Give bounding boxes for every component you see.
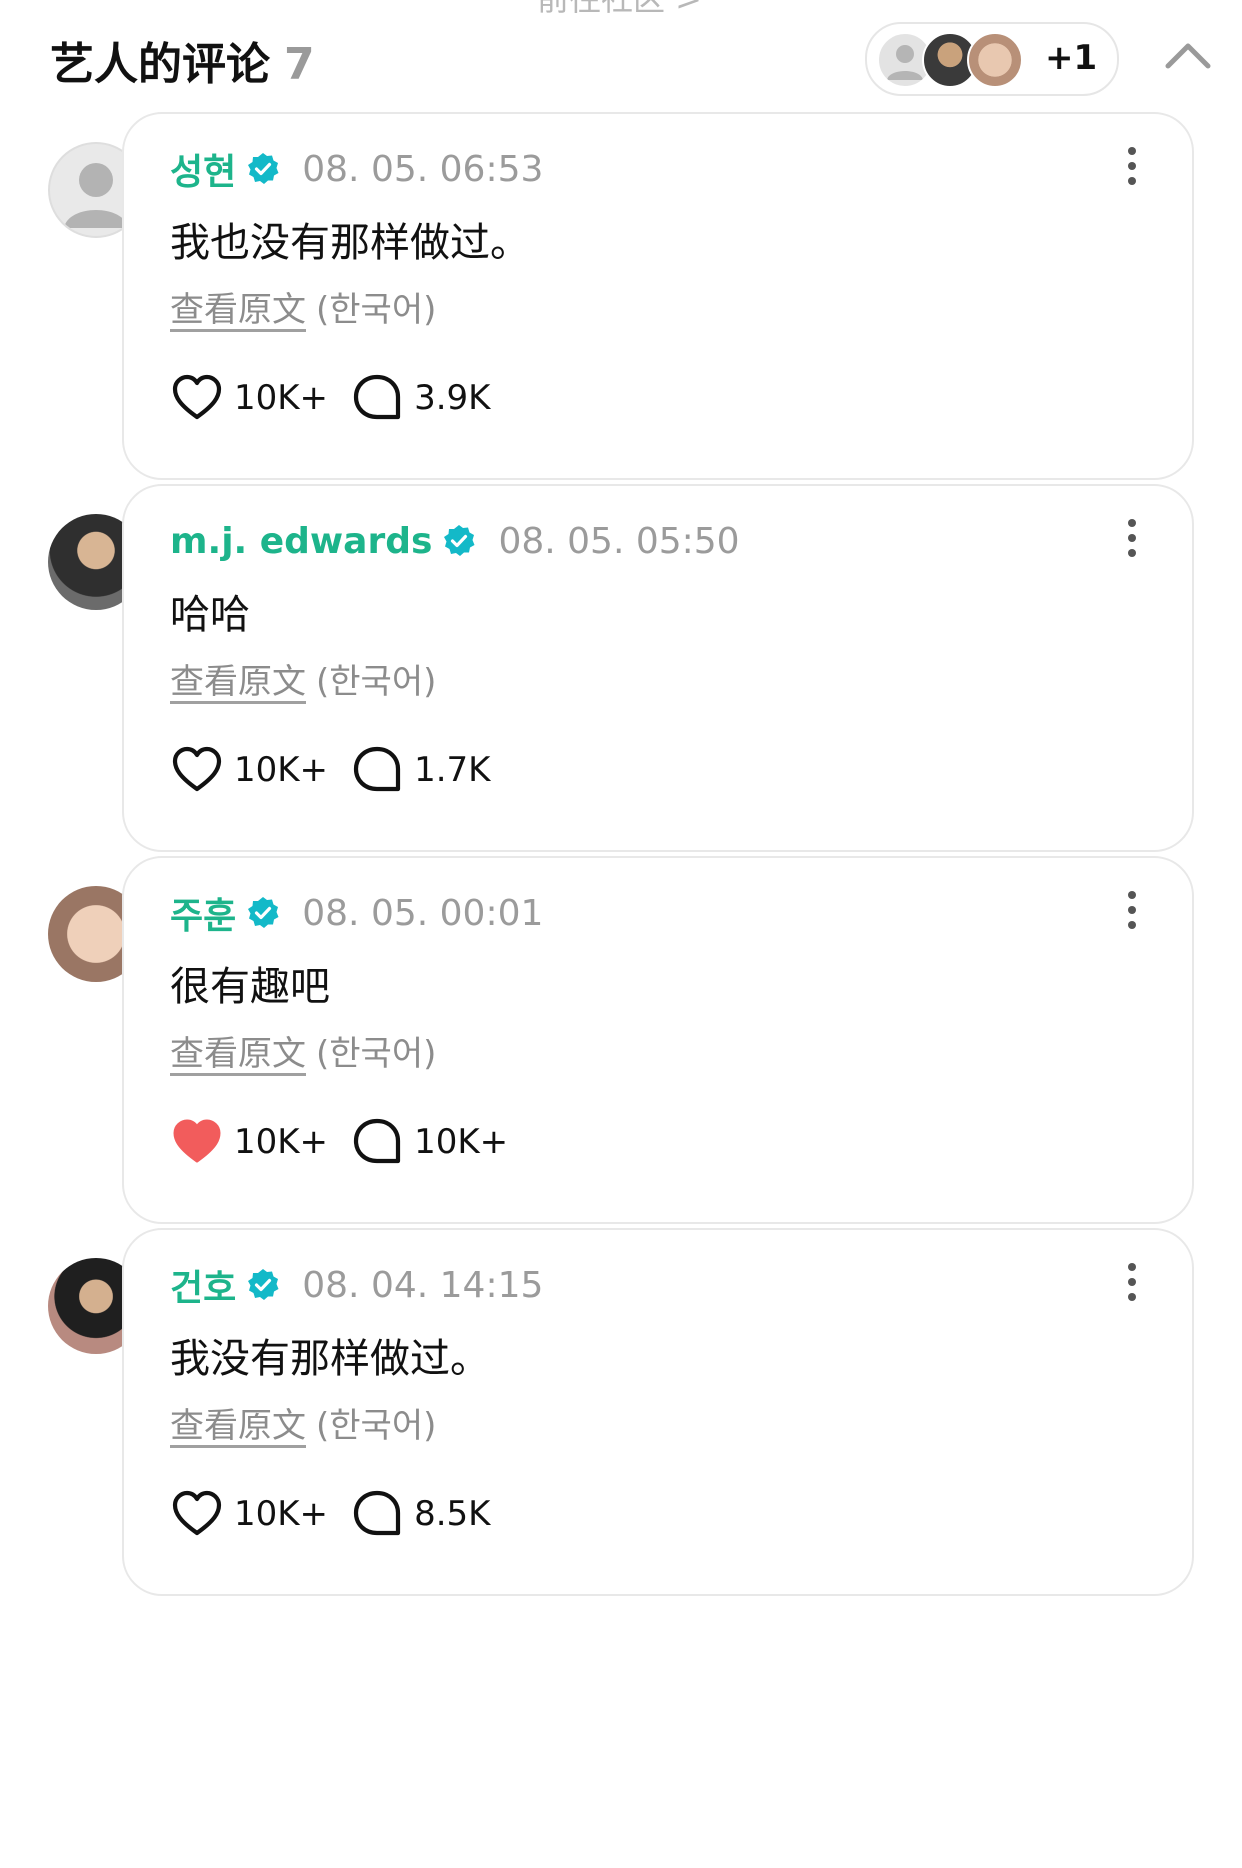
- reply-bubble-icon[interactable]: [350, 1115, 404, 1169]
- author-name[interactable]: 성현: [170, 143, 236, 195]
- comment-actions: 10K+ 1.7K: [170, 742, 512, 798]
- heart-outline-icon[interactable]: [170, 743, 224, 797]
- verified-badge-icon: [444, 525, 475, 556]
- more-artists-count: +1: [1045, 38, 1098, 78]
- comment-actions: 10K+ 3.9K: [170, 370, 512, 426]
- view-original-link[interactable]: 查看原文: [170, 1406, 306, 1446]
- comment-actions: 10K+ 8.5K: [170, 1486, 512, 1542]
- more-options-button[interactable]: [1112, 516, 1152, 560]
- more-vertical-icon: [1128, 1263, 1136, 1301]
- translation-row: 查看原文 (한국어): [170, 282, 436, 331]
- comment-header: 건호 08. 04. 14:15: [170, 1260, 543, 1310]
- artist-comments-header: 艺人的评论 7 +1: [50, 22, 1211, 102]
- comment-card[interactable]: 건호 08. 04. 14:15 我没有那样做过。 查看原文 (한국어) 10K…: [122, 1228, 1194, 1596]
- comment-header: 주훈 08. 05. 00:01: [170, 888, 543, 938]
- comment-card[interactable]: m.j. edwards 08. 05. 05:50 哈哈 查看原文(한국어): [122, 484, 1194, 852]
- reply-count: 10K+: [414, 1122, 509, 1162]
- comment-text: 哈哈: [170, 592, 250, 638]
- comment-text: 我也没有那样做过。: [170, 220, 530, 266]
- reply-count: 3.9K: [414, 378, 491, 418]
- original-language: (한국어): [316, 662, 437, 702]
- more-vertical-icon: [1128, 519, 1136, 557]
- artist-comments-page: 前往社区 > 艺人的评论 7 +1: [0, 0, 1242, 1868]
- more-options-button[interactable]: [1112, 888, 1152, 932]
- chevron-up-icon: [1165, 43, 1211, 69]
- comment-timestamp: 08. 05. 06:53: [302, 148, 544, 190]
- like-count: 10K+: [234, 750, 329, 790]
- view-original-link[interactable]: 查看原文: [170, 290, 306, 330]
- view-original-link[interactable]: 查看原文: [170, 1034, 306, 1074]
- verified-badge-icon: [248, 1269, 279, 1300]
- reply-count: 1.7K: [414, 750, 491, 790]
- reply-bubble-icon[interactable]: [350, 743, 404, 797]
- more-options-button[interactable]: [1112, 1260, 1152, 1304]
- heart-filled-icon[interactable]: [170, 1115, 224, 1169]
- comment-timestamp: 08. 05. 05:50: [498, 520, 740, 562]
- view-original-link[interactable]: 查看原文: [170, 662, 306, 702]
- reply-count: 8.5K: [414, 1494, 491, 1534]
- original-language: (한국어): [316, 1034, 437, 1074]
- heart-outline-icon[interactable]: [170, 371, 224, 425]
- artist-avatar: [967, 32, 1023, 88]
- comment-header: m.j. edwards 08. 05. 05:50: [170, 516, 740, 566]
- comment-text: 很有趣吧: [170, 964, 330, 1010]
- artist-avatars-pill[interactable]: +1: [865, 22, 1119, 96]
- comment-header: 성현 08. 05. 06:53: [170, 144, 543, 194]
- section-title: 艺人的评论 7: [50, 28, 315, 92]
- section-title-label: 艺人的评论: [50, 39, 270, 90]
- author-name[interactable]: 건호: [170, 1259, 236, 1311]
- comment-card[interactable]: 성현 08. 05. 06:53 我也没有那样做过。 查看原文 (한국어) 10…: [122, 112, 1194, 480]
- translation-row: 查看原文 (한국어): [170, 654, 436, 703]
- comment-text: 我没有那样做过。: [170, 1336, 490, 1382]
- comment-card[interactable]: 주훈 08. 05. 00:01 很有趣吧 查看原文 (한국어) 10K+ 10…: [122, 856, 1194, 1224]
- translation-row: 查看原文 (한국어): [170, 1398, 436, 1447]
- author-name[interactable]: 주훈: [170, 887, 236, 939]
- verified-badge-icon: [248, 897, 279, 928]
- comment-timestamp: 08. 05. 00:01: [302, 892, 544, 934]
- comment-count: 7: [284, 39, 315, 90]
- verified-badge-icon: [248, 153, 279, 184]
- more-options-button[interactable]: [1112, 144, 1152, 188]
- like-count: 10K+: [234, 1494, 329, 1534]
- translation-row: 查看原文 (한국어): [170, 1026, 436, 1075]
- reply-bubble-icon[interactable]: [350, 1487, 404, 1541]
- comment-actions: 10K+ 10K+: [170, 1114, 530, 1170]
- like-count: 10K+: [234, 378, 329, 418]
- comment-timestamp: 08. 04. 14:15: [302, 1264, 544, 1306]
- original-language: (한국어): [316, 290, 437, 330]
- reply-bubble-icon[interactable]: [350, 371, 404, 425]
- original-language: (한국어): [316, 1406, 437, 1446]
- like-count: 10K+: [234, 1122, 329, 1162]
- go-to-community-link[interactable]: 前往社区 >: [537, 0, 702, 20]
- heart-outline-icon[interactable]: [170, 1487, 224, 1541]
- collapse-button[interactable]: [1160, 28, 1216, 84]
- more-vertical-icon: [1128, 891, 1136, 929]
- more-vertical-icon: [1128, 147, 1136, 185]
- author-name[interactable]: m.j. edwards: [170, 521, 432, 562]
